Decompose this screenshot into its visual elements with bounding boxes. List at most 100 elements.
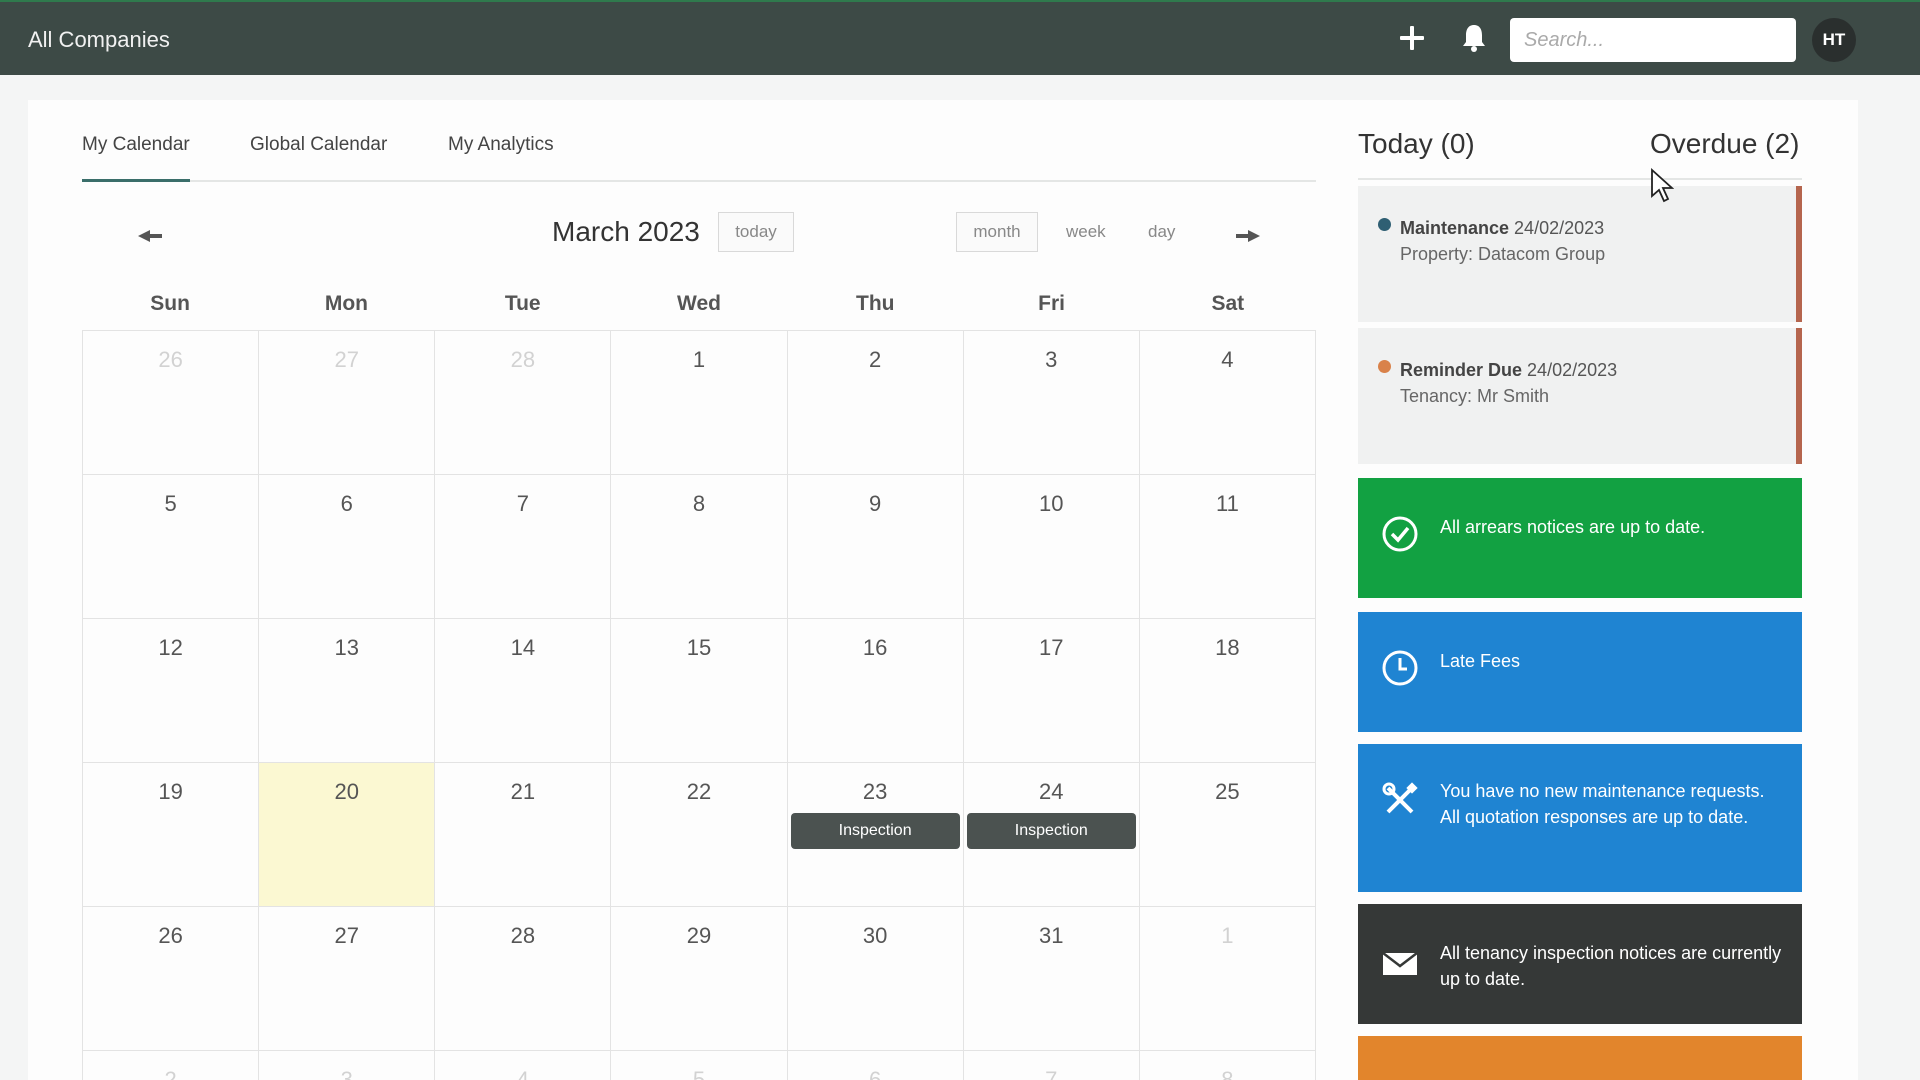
day-number: 7 bbox=[1045, 1067, 1058, 1080]
maintenance-alert-card[interactable]: You have no new maintenance requests. Al… bbox=[1358, 744, 1802, 892]
company-selector[interactable]: All Companies bbox=[28, 27, 170, 53]
day-cell[interactable]: 10 bbox=[963, 475, 1140, 619]
overdue-item[interactable]: Reminder Due 24/02/2023 Tenancy: Mr Smit… bbox=[1358, 328, 1802, 464]
event-inspection[interactable]: Inspection bbox=[790, 813, 960, 849]
day-cell[interactable]: 27 bbox=[259, 331, 436, 475]
day-cell[interactable]: 28 bbox=[435, 907, 612, 1051]
day-number: 19 bbox=[158, 779, 183, 804]
day-cell[interactable]: 9 bbox=[787, 475, 964, 619]
day-cell[interactable]: 17 bbox=[963, 619, 1140, 763]
day-number: 3 bbox=[1045, 347, 1058, 372]
day-number: 22 bbox=[686, 779, 712, 804]
tab-my-calendar[interactable]: My Calendar bbox=[82, 134, 190, 182]
tab-my-analytics[interactable]: My Analytics bbox=[448, 134, 554, 182]
day-number: 27 bbox=[334, 923, 359, 948]
day-cell[interactable]: 21 bbox=[435, 763, 612, 907]
day-cell[interactable]: 4 bbox=[435, 1051, 612, 1080]
alert-text-line: All quotation responses are up to date. bbox=[1440, 807, 1749, 827]
overdue-item[interactable]: Maintenance 24/02/2023 Property: Datacom… bbox=[1358, 186, 1802, 322]
day-cell[interactable]: 4 bbox=[1139, 331, 1316, 475]
search-input[interactable] bbox=[1510, 18, 1796, 62]
day-cell[interactable]: 3 bbox=[259, 1051, 436, 1080]
event-inspection[interactable]: Inspection bbox=[966, 813, 1136, 849]
status-dot-icon bbox=[1378, 218, 1391, 231]
weekday-thu: Thu bbox=[856, 292, 895, 315]
additional-alert-card[interactable] bbox=[1358, 1036, 1802, 1080]
today-button[interactable]: today bbox=[718, 212, 794, 252]
weekday-wed: Wed bbox=[677, 292, 721, 315]
day-number: 7 bbox=[516, 491, 529, 516]
day-number: 3 bbox=[340, 1067, 353, 1080]
tab-overdue[interactable]: Overdue (2) bbox=[1650, 128, 1799, 160]
next-month-icon[interactable] bbox=[1232, 226, 1262, 246]
day-view-button[interactable]: day bbox=[1148, 222, 1175, 242]
day-number: 31 bbox=[1039, 923, 1064, 948]
day-cell[interactable]: 18 bbox=[1139, 619, 1316, 763]
day-cell[interactable]: 7 bbox=[435, 475, 612, 619]
day-cell[interactable]: 15 bbox=[611, 619, 788, 763]
day-number: 24 bbox=[1039, 779, 1064, 804]
day-cell[interactable]: 23 Inspection bbox=[787, 763, 964, 907]
day-cell[interactable]: 5 bbox=[611, 1051, 788, 1080]
day-number: 9 bbox=[869, 491, 882, 516]
day-cell[interactable]: 1 bbox=[611, 331, 788, 475]
day-cell[interactable]: 8 bbox=[1140, 1051, 1316, 1080]
day-cell[interactable]: 16 bbox=[787, 619, 964, 763]
day-cell[interactable]: 7 bbox=[964, 1051, 1140, 1080]
avatar[interactable]: HT bbox=[1812, 18, 1856, 62]
day-cell-today[interactable]: 20 bbox=[259, 763, 436, 907]
day-number: 4 bbox=[516, 1067, 529, 1080]
day-cell[interactable]: 26 bbox=[83, 331, 260, 475]
day-cell[interactable]: 12 bbox=[83, 619, 260, 763]
tab-global-calendar[interactable]: Global Calendar bbox=[250, 134, 387, 182]
day-number: 5 bbox=[164, 491, 177, 516]
day-cell[interactable]: 2 bbox=[787, 331, 964, 475]
day-cell[interactable]: 27 bbox=[259, 907, 436, 1051]
day-cell[interactable]: 31 bbox=[963, 907, 1140, 1051]
day-number: 1 bbox=[1221, 923, 1234, 948]
day-cell[interactable]: 5 bbox=[83, 475, 260, 619]
day-cell[interactable]: 6 bbox=[788, 1051, 964, 1080]
day-cell[interactable]: 24 Inspection bbox=[963, 763, 1140, 907]
inspection-alert-card[interactable]: All tenancy inspection notices are curre… bbox=[1358, 904, 1802, 1024]
alert-text: All tenancy inspection notices are curre… bbox=[1440, 943, 1782, 989]
bell-icon[interactable] bbox=[1460, 22, 1488, 54]
day-cell[interactable]: 13 bbox=[259, 619, 436, 763]
day-cell[interactable]: 30 bbox=[787, 907, 964, 1051]
day-cell[interactable]: 22 bbox=[611, 763, 788, 907]
late-fees-alert-card[interactable]: Late Fees bbox=[1358, 612, 1802, 732]
tab-today[interactable]: Today (0) bbox=[1358, 128, 1475, 160]
day-cell[interactable]: 14 bbox=[435, 619, 612, 763]
day-cell[interactable]: 1 bbox=[1139, 907, 1316, 1051]
overdue-item-date: 24/02/2023 bbox=[1527, 360, 1618, 380]
day-number: 30 bbox=[862, 923, 888, 948]
day-number: 25 bbox=[1215, 779, 1240, 804]
day-number: 4 bbox=[1221, 347, 1234, 372]
arrears-alert-card[interactable]: All arrears notices are up to date. bbox=[1358, 478, 1802, 598]
overdue-item-type: Maintenance bbox=[1400, 218, 1510, 238]
day-cell[interactable]: 3 bbox=[963, 331, 1140, 475]
day-number: 2 bbox=[164, 1067, 177, 1080]
add-icon[interactable] bbox=[1398, 24, 1426, 52]
day-cell[interactable]: 11 bbox=[1139, 475, 1316, 619]
day-number: 6 bbox=[340, 491, 353, 516]
day-number: 10 bbox=[1039, 491, 1064, 516]
day-cell[interactable]: 29 bbox=[611, 907, 788, 1051]
calendar-grid: 26 27 28 1 2 3 4 5 6 7 8 9 10 11 12 13 1… bbox=[82, 330, 1316, 1080]
day-cell[interactable]: 25 bbox=[1139, 763, 1316, 907]
day-cell[interactable]: 28 bbox=[435, 331, 612, 475]
status-dot-icon bbox=[1378, 360, 1391, 373]
day-number: 18 bbox=[1215, 635, 1240, 660]
day-cell[interactable]: 26 bbox=[83, 907, 260, 1051]
day-cell[interactable]: 19 bbox=[83, 763, 260, 907]
day-cell[interactable]: 2 bbox=[83, 1051, 260, 1080]
month-view-button[interactable]: month bbox=[956, 212, 1038, 252]
day-number: 20 bbox=[334, 779, 359, 804]
day-cell[interactable]: 6 bbox=[259, 475, 436, 619]
day-cell[interactable]: 8 bbox=[611, 475, 788, 619]
prev-month-icon[interactable] bbox=[136, 226, 166, 246]
alert-text: You have no new maintenance requests. Al… bbox=[1440, 778, 1784, 830]
week-view-button[interactable]: week bbox=[1066, 222, 1106, 242]
alert-text: Late Fees bbox=[1440, 651, 1521, 671]
weekday-sat: Sat bbox=[1211, 292, 1245, 315]
